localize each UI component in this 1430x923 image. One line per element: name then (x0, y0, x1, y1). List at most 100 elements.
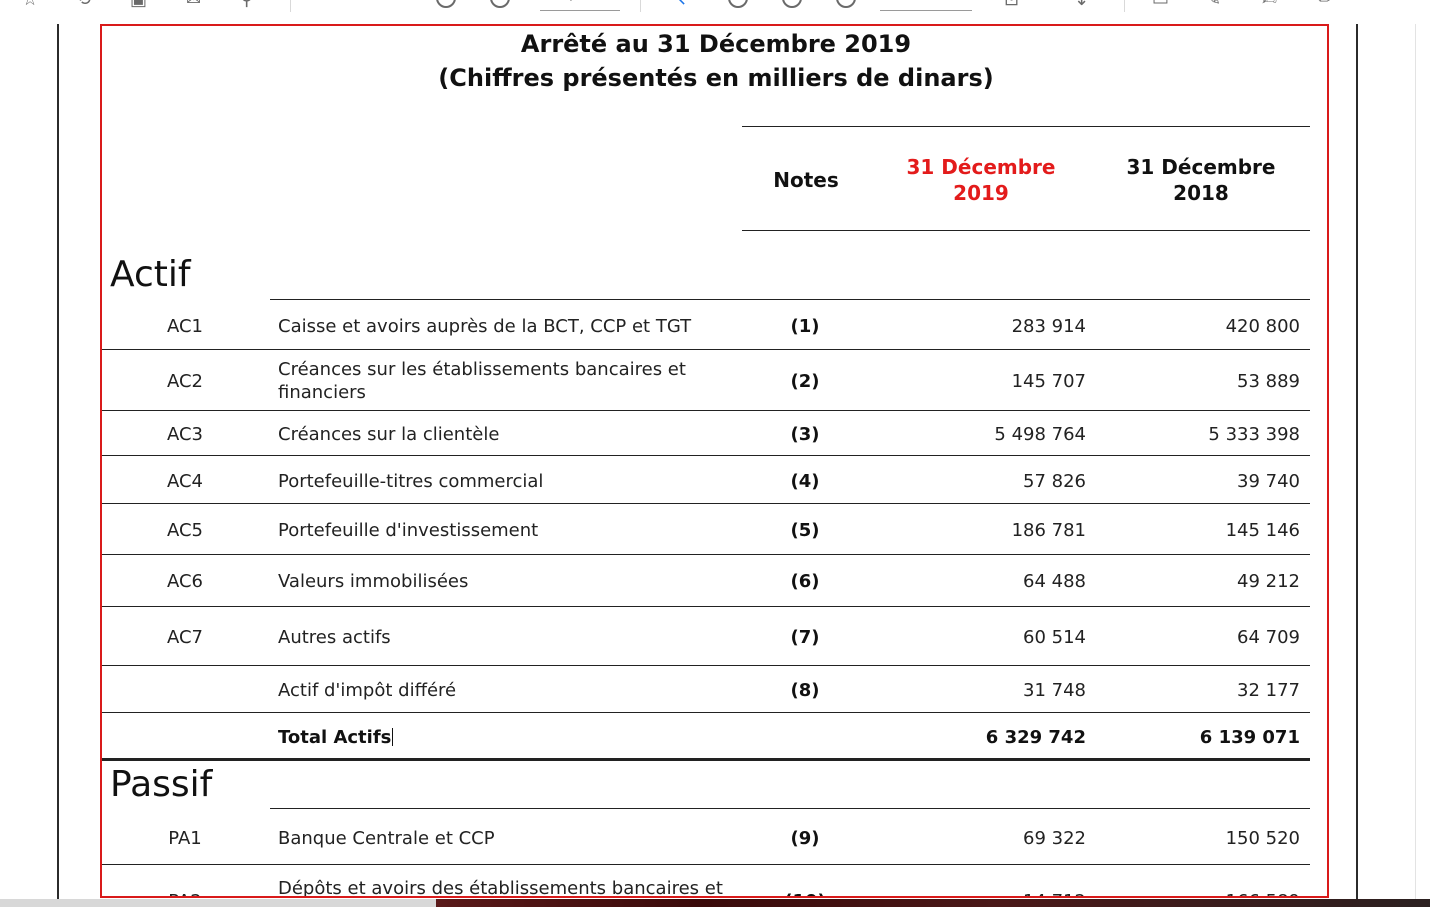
row-label: Portefeuille-titres commercial (278, 471, 544, 492)
toolbar-separator (640, 0, 641, 12)
document-subtitle: (Chiffres présentés en milliers de dinar… (438, 64, 994, 92)
row-rule (102, 554, 1310, 555)
pen-icon[interactable]: ✏ (1318, 0, 1333, 10)
row-rule (102, 349, 1310, 350)
row-label: Créances sur les établissements bancaire… (278, 359, 686, 403)
row-code: AC5 (166, 520, 204, 541)
row-value-2018: 420 800 (1225, 316, 1300, 337)
page-right-edge (1356, 24, 1358, 900)
row-code: AC7 (166, 627, 204, 648)
document-title: Arrêté au 31 Décembre 2019 (520, 30, 912, 58)
selection-rectangle[interactable]: Arrêté au 31 Décembre 2019 (Chiffres pré… (100, 24, 1329, 898)
row-label: Autres actifs (278, 627, 391, 648)
row-note: (4) (790, 471, 820, 492)
row-code: AC6 (166, 571, 204, 592)
sign-icon[interactable]: ✍ (1262, 0, 1277, 10)
row-rule (102, 455, 1310, 456)
scrollbar-track[interactable] (1415, 24, 1430, 900)
row-value-2019: 69 322 (1023, 828, 1086, 849)
row-rule (102, 665, 1310, 666)
total-rule (102, 758, 1310, 761)
pdf-toolbar: ☆ ⟲ ▣ ✉ ⚲ / 27 ↖ 125% ⊡ ⇣ ▭ ✎ ✍ ✏ (0, 0, 1430, 12)
row-code: PA1 (168, 828, 202, 849)
row-note: (6) (790, 571, 820, 592)
row-label: Actif d'impôt différé (278, 680, 457, 701)
column-header-2019-line2: 2019 (953, 181, 1009, 205)
row-value-2019: 5 498 764 (994, 424, 1086, 445)
row-rule (102, 606, 1310, 607)
row-code: AC1 (166, 316, 204, 337)
row-note: (3) (790, 424, 820, 445)
row-code: AC2 (166, 371, 204, 392)
row-value-2019: 60 514 (1023, 627, 1086, 648)
total-actifs-2018: 6 139 071 (1199, 727, 1300, 748)
row-code: AC3 (166, 424, 204, 445)
row-note: (5) (790, 520, 820, 541)
row-rule (270, 299, 1310, 300)
row-value-2019: 14 712 (880, 890, 1086, 896)
row-value-2018: 145 146 (1225, 520, 1300, 541)
search-icon[interactable]: ⚲ (240, 0, 253, 10)
row-value-2018: 39 740 (1237, 471, 1300, 492)
row-label: Valeurs immobilisées (278, 571, 469, 592)
total-actifs-2019: 6 329 742 (985, 727, 1086, 748)
row-value-2019: 186 781 (1011, 520, 1086, 541)
row-label: Dépôts et avoirs des établissements banc… (278, 878, 723, 898)
row-label: Créances sur la clientèle (278, 424, 500, 445)
row-note: (8) (790, 680, 820, 701)
row-label: Banque Centrale et CCP (278, 828, 495, 849)
column-header-2018-line2: 2018 (1173, 181, 1229, 205)
column-header-2018-line1: 31 Décembre (1126, 155, 1276, 179)
row-note: (9) (790, 828, 820, 849)
header-top-rule (742, 126, 1310, 127)
highlight-icon[interactable]: ✎ (1206, 0, 1221, 10)
row-rule (270, 808, 1310, 809)
row-value-2018: 64 709 (1237, 627, 1300, 648)
row-value-2018: 5 333 398 (1208, 424, 1300, 445)
row-value-2018: 53 889 (1237, 371, 1300, 392)
row-code: PA2 (140, 890, 230, 896)
row-note: (7) (790, 627, 820, 648)
balance-sheet: Arrêté au 31 Décembre 2019 (Chiffres pré… (102, 26, 1327, 898)
row-value-2019: 283 914 (1011, 316, 1086, 337)
section-heading-passif: Passif (110, 764, 213, 805)
row-rule (102, 712, 1310, 713)
mail-icon[interactable]: ✉ (186, 0, 201, 10)
zoom-field[interactable]: 125% (880, 0, 972, 11)
page-number-field[interactable]: / 27 (540, 0, 620, 11)
taskbar-strip (0, 899, 1430, 907)
row-value-2019: 145 707 (1011, 371, 1086, 392)
row-value-2018: 166 589 (1100, 890, 1300, 896)
page-down-icon[interactable] (490, 0, 510, 8)
row-value-2018: 49 212 (1237, 571, 1300, 592)
row-value-2019: 31 748 (1023, 680, 1086, 701)
section-heading-actif: Actif (110, 254, 191, 295)
total-actifs-text: Total Actifs (278, 727, 392, 748)
row-value-2019: 64 488 (1023, 571, 1086, 592)
total-actifs-label: Total Actifs (278, 726, 718, 749)
row-label: Portefeuille d'investissement (278, 520, 539, 541)
select-icon[interactable]: ↖ (672, 0, 687, 10)
row-value-2018: 32 177 (1237, 680, 1300, 701)
toolbar-separator (290, 0, 291, 12)
row-note: (2) (790, 371, 820, 392)
row-note: (1) (790, 316, 820, 337)
print-icon[interactable]: ▣ (130, 0, 147, 10)
row-code: AC4 (166, 471, 204, 492)
comment-icon[interactable]: ▭ (1152, 0, 1169, 10)
zoom-out-icon[interactable] (728, 0, 748, 8)
scroll-icon[interactable]: ⇣ (1074, 0, 1089, 10)
row-value-2018: 150 520 (1225, 828, 1300, 849)
zoom-in-icon[interactable] (782, 0, 802, 8)
row-value-2019: 57 826 (1023, 471, 1086, 492)
page-up-icon[interactable] (436, 0, 456, 8)
row-rule (102, 864, 1310, 865)
row-rule (102, 410, 1310, 411)
zoom-menu-icon[interactable] (836, 0, 856, 8)
bookmark-icon[interactable]: ☆ (22, 0, 38, 10)
row-label: Caisse et avoirs auprès de la BCT, CCP e… (278, 316, 692, 337)
fit-icon[interactable]: ⊡ (1004, 0, 1019, 10)
page-left-edge (57, 24, 59, 900)
column-header-2019-line1: 31 Décembre (906, 155, 1056, 179)
cloud-sync-icon[interactable]: ⟲ (76, 0, 91, 10)
